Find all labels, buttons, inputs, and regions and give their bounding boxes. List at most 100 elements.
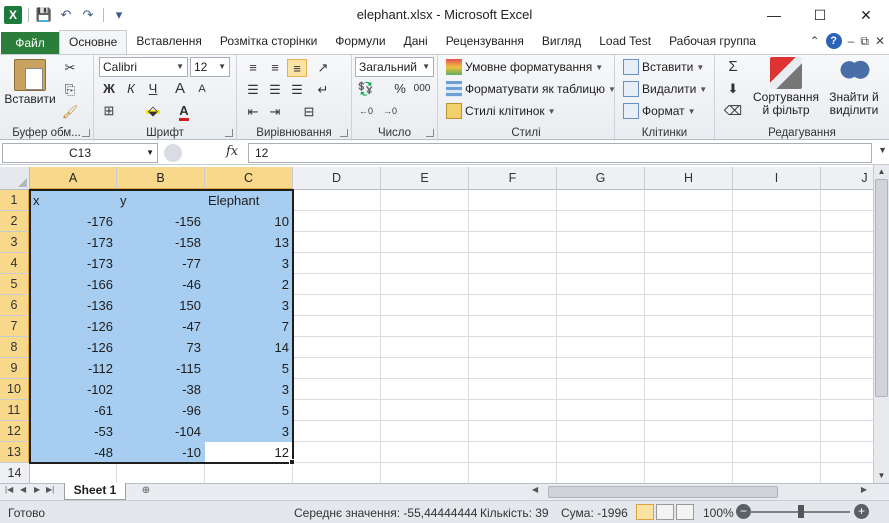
cell-j10[interactable] [821, 379, 873, 400]
column-header-a[interactable]: A [30, 167, 117, 190]
cell-j14[interactable] [821, 463, 873, 483]
font-launcher[interactable] [225, 129, 233, 137]
cell-a11[interactable]: -61 [30, 400, 117, 421]
cell-h6[interactable] [645, 295, 733, 316]
cell-g13[interactable] [557, 442, 645, 463]
column-header-b[interactable]: B [117, 167, 205, 190]
cell-d8[interactable] [293, 337, 381, 358]
cell-b10[interactable]: -38 [117, 379, 205, 400]
cell-i14[interactable] [733, 463, 821, 483]
column-header-c[interactable]: C [205, 167, 293, 190]
column-header-f[interactable]: F [469, 167, 557, 190]
page-break-view-icon[interactable] [676, 504, 694, 520]
autosum-button[interactable]: Σ [723, 58, 743, 76]
row-header[interactable]: 4 [0, 253, 30, 274]
clear-icon[interactable]: ⌫ [723, 102, 743, 120]
font-family-select[interactable]: Calibri ▼ [99, 57, 188, 77]
row-header[interactable]: 8 [0, 337, 30, 358]
cell-d5[interactable] [293, 274, 381, 295]
cell-f8[interactable] [469, 337, 557, 358]
close-button[interactable]: ✕ [843, 0, 889, 30]
cell-c10[interactable]: 3 [205, 379, 293, 400]
font-color-icon[interactable]: A [174, 102, 194, 121]
excel-app-icon[interactable]: X [4, 6, 22, 24]
horizontal-scrollbar[interactable]: ◀ ▶ [528, 485, 871, 499]
shrink-font-button[interactable]: A [192, 80, 212, 98]
row-header[interactable]: 7 [0, 316, 30, 337]
cell-a6[interactable]: -136 [30, 295, 117, 316]
expand-formula-bar-icon[interactable]: ▼ [878, 145, 887, 155]
find-select-button[interactable]: Знайти й виділити [821, 57, 887, 117]
cell-j7[interactable] [821, 316, 873, 337]
cell-i7[interactable] [733, 316, 821, 337]
cell-g12[interactable] [557, 421, 645, 442]
cell-d6[interactable] [293, 295, 381, 316]
cell-e12[interactable] [381, 421, 469, 442]
row-header[interactable]: 9 [0, 358, 30, 379]
insert-function-button[interactable]: fx [226, 144, 238, 159]
delete-cells-button[interactable]: Видалити ▼ [623, 80, 707, 98]
row-header[interactable]: 11 [0, 400, 30, 421]
cell-c5[interactable]: 2 [205, 274, 293, 295]
cell-g9[interactable] [557, 358, 645, 379]
cell-a2[interactable]: -176 [30, 211, 117, 232]
cell-a9[interactable]: -112 [30, 358, 117, 379]
cell-f14[interactable] [469, 463, 557, 483]
cell-f5[interactable] [469, 274, 557, 295]
cell-h4[interactable] [645, 253, 733, 274]
column-header-g[interactable]: G [557, 167, 645, 190]
cell-d14[interactable] [293, 463, 381, 483]
cell-e13[interactable] [381, 442, 469, 463]
cell-e2[interactable] [381, 211, 469, 232]
row-header[interactable]: 3 [0, 232, 30, 253]
cell-g2[interactable] [557, 211, 645, 232]
cell-c12[interactable]: 3 [205, 421, 293, 442]
cell-c7[interactable]: 7 [205, 316, 293, 337]
cell-d12[interactable] [293, 421, 381, 442]
increase-indent-icon[interactable]: ⇥ [265, 103, 285, 121]
clipboard-launcher[interactable] [82, 129, 90, 137]
align-top-icon[interactable]: ≡ [243, 59, 263, 77]
cell-a10[interactable]: -102 [30, 379, 117, 400]
scroll-up-icon[interactable]: ▲ [874, 165, 889, 179]
cell-h1[interactable] [645, 190, 733, 211]
wrap-text-icon[interactable]: ↵ [313, 81, 333, 99]
format-cells-button[interactable]: Формат ▼ [623, 102, 696, 120]
cell-a7[interactable]: -126 [30, 316, 117, 337]
cell-h12[interactable] [645, 421, 733, 442]
minimize-workbook-icon[interactable]: – [848, 34, 855, 48]
spreadsheet-grid[interactable]: A B C D E F G H I J 1 x y Elephant 2 -176 -156 10 3 -173 -15… [0, 167, 873, 483]
tab-view[interactable]: Вигляд [533, 30, 590, 54]
borders-icon[interactable]: ⊞ [99, 102, 119, 120]
scroll-right-icon[interactable]: ▶ [861, 485, 867, 494]
cell-c14[interactable] [205, 463, 293, 483]
cell-h14[interactable] [645, 463, 733, 483]
cell-d3[interactable] [293, 232, 381, 253]
align-bottom-icon[interactable]: ≡ [287, 59, 307, 77]
tab-review[interactable]: Рецензування [437, 30, 533, 54]
tab-load-test[interactable]: Load Test [590, 30, 660, 54]
cell-e8[interactable] [381, 337, 469, 358]
cell-d10[interactable] [293, 379, 381, 400]
new-sheet-icon[interactable]: ⊕ [137, 485, 155, 499]
redo-icon[interactable]: ↷ [79, 6, 97, 24]
column-header-d[interactable]: D [293, 167, 381, 190]
cell-i12[interactable] [733, 421, 821, 442]
cell-i9[interactable] [733, 358, 821, 379]
cell-f7[interactable] [469, 316, 557, 337]
formula-input[interactable]: 12 [248, 143, 872, 163]
cell-j12[interactable] [821, 421, 873, 442]
cell-c2[interactable]: 10 [205, 211, 293, 232]
fill-handle[interactable] [289, 459, 295, 465]
cell-i11[interactable] [733, 400, 821, 421]
tab-file[interactable]: Файл [1, 32, 59, 54]
customize-qat-icon[interactable]: ▾ [110, 6, 128, 24]
row-header[interactable]: 6 [0, 295, 30, 316]
cell-g6[interactable] [557, 295, 645, 316]
tab-home[interactable]: Основне [59, 30, 128, 54]
undo-icon[interactable]: ↶ [57, 6, 75, 24]
cell-e1[interactable] [381, 190, 469, 211]
cell-h13[interactable] [645, 442, 733, 463]
cell-h10[interactable] [645, 379, 733, 400]
cell-h11[interactable] [645, 400, 733, 421]
